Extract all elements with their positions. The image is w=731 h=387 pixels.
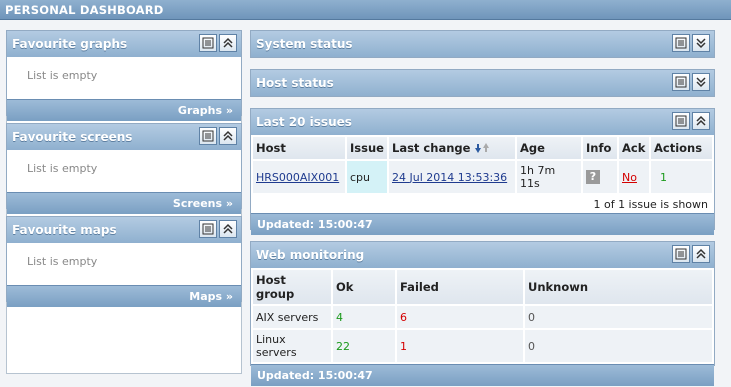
col-info: Info — [583, 137, 617, 159]
col-failed: Failed — [397, 270, 523, 304]
favourite-screens-widget: Favourite screens List is empty Screens … — [6, 123, 242, 214]
table-row: HRS000AIX001 cpu 24 Jul 2014 13:53:36 1h… — [253, 161, 712, 193]
host-status-widget: Host status — [250, 69, 715, 97]
col-host[interactable]: Host — [253, 137, 345, 159]
list-icon[interactable] — [672, 245, 690, 263]
sort-down-icon — [475, 142, 490, 153]
web-monitoring-table: Host group Ok Failed Unknown AIX servers… — [251, 268, 714, 364]
empty-list-text: List is empty — [27, 69, 98, 82]
actions-cell: 1 — [651, 161, 712, 193]
ack-cell[interactable]: No — [619, 161, 649, 193]
host-group-cell: Linux servers — [253, 330, 331, 362]
table-row: AIX servers 4 6 0 — [253, 306, 712, 328]
collapse-icon[interactable] — [692, 112, 710, 130]
collapse-icon[interactable] — [692, 245, 710, 263]
host-name[interactable]: HRS000AIX001 — [256, 171, 339, 184]
issue-cell[interactable]: cpu — [347, 161, 387, 193]
col-last-change[interactable]: Last change — [389, 137, 515, 159]
widget-header[interactable]: Favourite graphs — [7, 31, 241, 57]
widget-title: System status — [256, 37, 353, 51]
widget-title: Favourite graphs — [12, 37, 128, 51]
list-icon[interactable] — [199, 220, 217, 238]
widget-header[interactable]: Web monitoring — [251, 242, 714, 268]
col-issue[interactable]: Issue — [347, 137, 387, 159]
last-issues-widget: Last 20 issues Host Issue Last change Ag… — [250, 108, 715, 235]
info-icon[interactable]: ? — [586, 170, 600, 184]
col-ok: Ok — [333, 270, 395, 304]
table-header-row: Host Issue Last change Age Info Ack Acti… — [253, 137, 712, 159]
favourite-graphs-widget: Favourite graphs List is empty Graphs » — [6, 30, 242, 121]
widget-title: Last 20 issues — [256, 115, 352, 129]
actions-count[interactable]: 1 — [654, 171, 667, 184]
host-link[interactable]: HRS000AIX001 — [253, 161, 345, 193]
empty-list-text: List is empty — [27, 162, 98, 175]
list-icon[interactable] — [199, 34, 217, 52]
col-last-change-label: Last change — [392, 141, 471, 155]
list-icon[interactable] — [672, 34, 690, 52]
widget-header[interactable]: Favourite screens — [7, 124, 241, 150]
expand-icon[interactable] — [692, 34, 710, 52]
widget-title: Web monitoring — [256, 248, 365, 262]
widget-header[interactable]: Host status — [251, 70, 714, 96]
failed-cell[interactable]: 1 — [397, 330, 523, 362]
web-monitoring-widget: Web monitoring Host group Ok Failed Unkn… — [250, 241, 715, 386]
age-cell: 1h 7m 11s — [517, 161, 581, 193]
unknown-cell: 0 — [525, 306, 712, 328]
maps-link[interactable]: Maps » — [7, 285, 241, 307]
col-actions: Actions — [651, 137, 712, 159]
col-ack[interactable]: Ack — [619, 137, 649, 159]
ok-cell[interactable]: 22 — [333, 330, 395, 362]
list-icon[interactable] — [672, 112, 690, 130]
graphs-link[interactable]: Graphs » — [7, 99, 241, 121]
issues-updated: Updated: 15:00:47 — [251, 213, 714, 235]
ok-cell[interactable]: 4 — [333, 306, 395, 328]
list-icon[interactable] — [199, 127, 217, 145]
widget-header[interactable]: System status — [251, 31, 714, 57]
widget-title: Favourite screens — [12, 130, 133, 144]
ack-link[interactable]: No — [622, 171, 637, 184]
screens-link[interactable]: Screens » — [7, 192, 241, 214]
table-row: Linux servers 22 1 0 — [253, 330, 712, 362]
issues-shown-count: 1 of 1 issue is shown — [593, 198, 708, 211]
widget-title: Host status — [256, 76, 334, 90]
col-age[interactable]: Age — [517, 137, 581, 159]
table-header-row: Host group Ok Failed Unknown — [253, 270, 712, 304]
favourite-maps-widget: Favourite maps List is empty Maps » — [6, 216, 242, 307]
failed-cell[interactable]: 6 — [397, 306, 523, 328]
collapse-icon[interactable] — [219, 34, 237, 52]
collapse-icon[interactable] — [219, 127, 237, 145]
expand-icon[interactable] — [692, 73, 710, 91]
widget-header[interactable]: Favourite maps — [7, 217, 241, 243]
issues-table: Host Issue Last change Age Info Ack Acti… — [251, 135, 714, 195]
widget-title: Favourite maps — [12, 223, 117, 237]
page-title: PERSONAL DASHBOARD — [0, 0, 731, 20]
empty-list-text: List is empty — [27, 255, 98, 268]
widget-header[interactable]: Last 20 issues — [251, 109, 714, 135]
col-unknown: Unknown — [525, 270, 712, 304]
collapse-icon[interactable] — [219, 220, 237, 238]
system-status-widget: System status — [250, 30, 715, 58]
last-change-link[interactable]: 24 Jul 2014 13:53:36 — [392, 171, 507, 184]
host-group-cell: AIX servers — [253, 306, 331, 328]
last-change-cell[interactable]: 24 Jul 2014 13:53:36 — [389, 161, 515, 193]
info-cell: ? — [583, 161, 617, 193]
list-icon[interactable] — [672, 73, 690, 91]
col-host-group: Host group — [253, 270, 331, 304]
unknown-cell: 0 — [525, 330, 712, 362]
web-updated: Updated: 15:00:47 — [251, 364, 714, 386]
